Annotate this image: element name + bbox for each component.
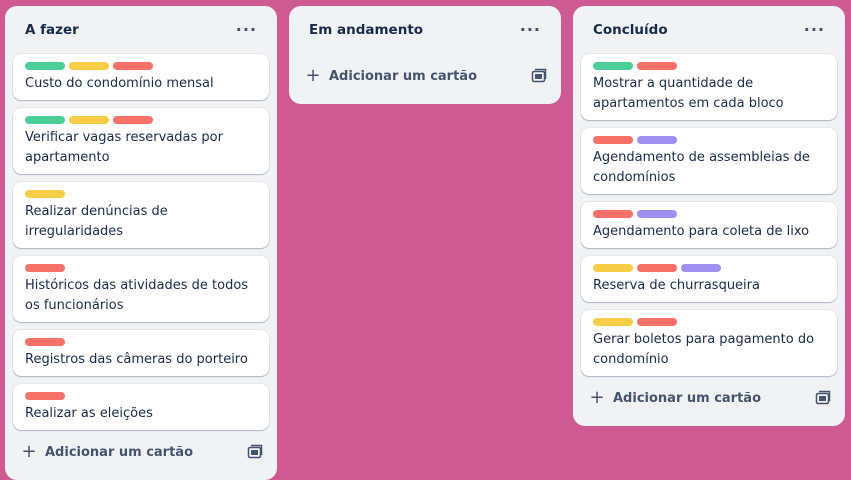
label-purple[interactable]	[681, 264, 721, 272]
card-title: Custo do condomínio mensal	[25, 76, 214, 91]
label-purple[interactable]	[637, 136, 677, 144]
label-yellow[interactable]	[593, 318, 633, 326]
plus-icon: +	[589, 387, 605, 408]
label-red[interactable]	[637, 62, 677, 70]
add-card-label: Adicionar um cartão	[613, 390, 762, 406]
more-options-icon[interactable]: ···	[232, 18, 261, 42]
card[interactable]: Realizar as eleições	[13, 384, 269, 430]
label-red[interactable]	[25, 264, 65, 272]
card[interactable]: Agendamento de assembleias de condomínio…	[581, 128, 837, 194]
plus-icon: +	[21, 441, 37, 462]
add-card-label: Adicionar um cartão	[329, 68, 478, 84]
list-title[interactable]: Concluído	[593, 22, 668, 38]
card-title: Reserva de churrasqueira	[593, 278, 760, 293]
card-title: Gerar boletos para pagamento do condomín…	[593, 332, 815, 367]
add-card-button[interactable]: + Adicionar um cartão	[297, 56, 553, 96]
label-red[interactable]	[593, 136, 633, 144]
list-title[interactable]: A fazer	[25, 22, 79, 38]
card-labels	[593, 62, 825, 70]
card-template-icon[interactable]	[531, 68, 547, 84]
list-header: A fazer ···	[13, 6, 269, 54]
card-labels	[593, 264, 825, 272]
label-red[interactable]	[637, 264, 677, 272]
card[interactable]: Registros das câmeras do porteiro	[13, 330, 269, 376]
list-a-fazer: A fazer ··· Custo do condomínio mensal Ve…	[5, 6, 277, 480]
add-card-button[interactable]: + Adicionar um cartão	[13, 432, 269, 472]
label-yellow[interactable]	[593, 264, 633, 272]
card-template-icon[interactable]	[815, 390, 831, 406]
card-labels	[25, 392, 257, 400]
card[interactable]: Reserva de churrasqueira	[581, 256, 837, 302]
label-yellow[interactable]	[25, 190, 65, 198]
more-options-icon[interactable]: ···	[800, 18, 829, 42]
card[interactable]: Históricos das atividades de todos os fu…	[13, 256, 269, 322]
card-title: Mostrar a quantidade de apartamentos em …	[593, 76, 784, 111]
card-list: Mostrar a quantidade de apartamentos em …	[581, 54, 837, 376]
card[interactable]: Mostrar a quantidade de apartamentos em …	[581, 54, 837, 120]
list-header: Em andamento ···	[297, 6, 553, 54]
card-list: Custo do condomínio mensal Verificar vaga…	[13, 54, 269, 430]
card-title: Realizar denúncias de irregularidades	[25, 204, 168, 239]
card[interactable]: Agendamento para coleta de lixo	[581, 202, 837, 248]
card-title: Registros das câmeras do porteiro	[25, 352, 248, 367]
label-green[interactable]	[25, 62, 65, 70]
card-labels	[25, 338, 257, 346]
label-red[interactable]	[25, 392, 65, 400]
more-options-icon[interactable]: ···	[516, 18, 545, 42]
card[interactable]: Custo do condomínio mensal	[13, 54, 269, 100]
card-labels	[25, 116, 257, 124]
label-red[interactable]	[637, 318, 677, 326]
label-green[interactable]	[593, 62, 633, 70]
list-concluido: Concluído ··· Mostrar a quantidade de ap…	[573, 6, 845, 426]
add-card-button[interactable]: + Adicionar um cartão	[581, 378, 837, 418]
card-labels	[593, 210, 825, 218]
card-labels	[25, 190, 257, 198]
card-template-icon[interactable]	[247, 444, 263, 460]
card-title: Históricos das atividades de todos os fu…	[25, 278, 249, 313]
plus-icon: +	[305, 65, 321, 86]
label-red[interactable]	[25, 338, 65, 346]
card-labels	[25, 62, 257, 70]
card[interactable]: Gerar boletos para pagamento do condomín…	[581, 310, 837, 376]
label-yellow[interactable]	[69, 62, 109, 70]
card[interactable]: Realizar denúncias de irregularidades	[13, 182, 269, 248]
card-title: Realizar as eleições	[25, 406, 153, 421]
list-header: Concluído ···	[581, 6, 837, 54]
add-card-label: Adicionar um cartão	[45, 444, 194, 460]
label-red[interactable]	[113, 62, 153, 70]
label-yellow[interactable]	[69, 116, 109, 124]
card-title: Verificar vagas reservadas por apartamen…	[25, 130, 223, 165]
label-red[interactable]	[113, 116, 153, 124]
label-red[interactable]	[593, 210, 633, 218]
card-title: Agendamento de assembleias de condomínio…	[593, 150, 810, 185]
card-labels	[25, 264, 257, 272]
label-green[interactable]	[25, 116, 65, 124]
list-em-andamento: Em andamento ··· + Adicionar um cartão	[289, 6, 561, 104]
card-title: Agendamento para coleta de lixo	[593, 224, 810, 239]
list-title[interactable]: Em andamento	[309, 22, 423, 38]
label-purple[interactable]	[637, 210, 677, 218]
card[interactable]: Verificar vagas reservadas por apartamen…	[13, 108, 269, 174]
card-labels	[593, 136, 825, 144]
card-labels	[593, 318, 825, 326]
